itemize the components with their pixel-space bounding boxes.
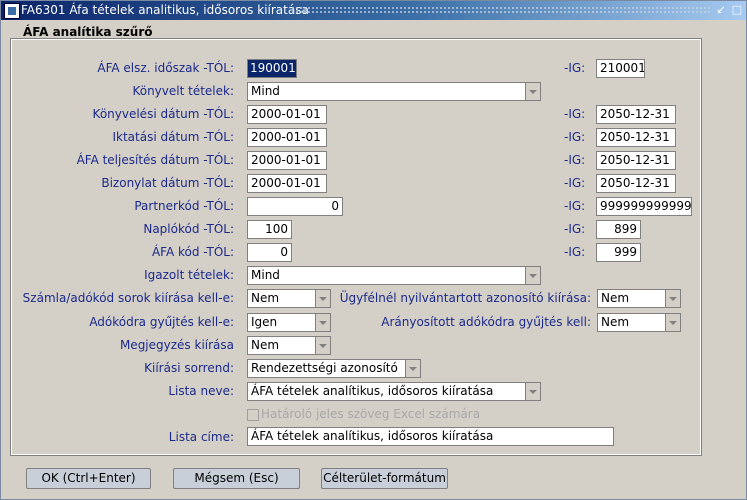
chevron-down-icon[interactable] (315, 290, 330, 307)
partner-code-to-field[interactable]: 999999999999 (596, 197, 692, 216)
print-order-select[interactable]: Rendezettségi azonosító (247, 359, 421, 378)
title-bar[interactable]: FA6301 Áfa tételek analitikus, idősoros … (1, 1, 746, 20)
list-title-label: Lista címe: (168, 430, 234, 444)
delimited-text-checkbox[interactable] (247, 409, 259, 421)
filing-date-label: Iktatási dátum -TÓL: (112, 130, 234, 144)
afa-period-from-field[interactable]: 190001 (247, 59, 297, 78)
afa-period-label: ÁFA elsz. időszak -TÓL: (97, 61, 234, 75)
list-name-select[interactable]: ÁFA tételek analítikus, idősoros kiíratá… (247, 382, 541, 401)
document-date-from-field[interactable]: 2000-01-01 (247, 174, 327, 193)
chevron-down-icon[interactable] (525, 383, 540, 400)
vat-fulfilment-date-label: ÁFA teljesítés dátum -TÓL: (76, 153, 234, 167)
restore-icon[interactable]: ↙ (714, 3, 728, 17)
vat-fulfilment-date-to-field[interactable]: 2050-12-31 (596, 151, 676, 170)
chevron-down-icon[interactable] (665, 290, 680, 307)
chevron-down-icon[interactable] (665, 314, 680, 331)
vat-code-to-label: -IG: (564, 245, 586, 259)
list-name-label: Lista neve: (168, 384, 234, 398)
posted-items-select[interactable]: Mind (247, 82, 541, 101)
journal-code-to-field[interactable]: 899 (596, 220, 641, 239)
target-format-button[interactable]: Célterület-formátum (321, 468, 448, 489)
partner-code-to-label: -IG: (564, 199, 586, 213)
verified-items-select[interactable]: Mind (247, 266, 541, 285)
comment-label: Megjegyzés kiírása (119, 338, 234, 352)
posting-date-to-field[interactable]: 2050-12-31 (596, 105, 676, 124)
delimited-text-label: Határoló jeles szöveg Excel számára (261, 407, 481, 421)
posting-date-from-field[interactable]: 2000-01-01 (247, 105, 327, 124)
tax-code-grouping-label: Adókódra gyűjtés kell-e: (89, 315, 234, 329)
filing-date-from-field[interactable]: 2000-01-01 (247, 128, 327, 147)
verified-items-label: Igazolt tételek: (144, 268, 234, 282)
journal-code-label: Naplókód -TÓL: (143, 222, 234, 236)
invoice-rows-select[interactable]: Nem (247, 289, 331, 308)
vat-fulfilment-date-to-label: -IG: (564, 153, 586, 167)
title-pattern (291, 6, 711, 15)
vat-code-from-field[interactable]: 0 (247, 243, 292, 262)
tax-code-grouping-select[interactable]: Igen (247, 313, 331, 332)
journal-code-to-label: -IG: (564, 222, 586, 236)
maximize-icon[interactable]: □ (730, 3, 744, 17)
proportional-grouping-label: Arányosított adókódra gyűjtés kell: (381, 315, 591, 329)
chevron-down-icon[interactable] (525, 83, 540, 100)
chevron-down-icon[interactable] (405, 360, 420, 377)
afa-period-to-label: -IG: (564, 61, 586, 75)
posted-items-label: Könyvelt tételek: (132, 84, 234, 98)
app-icon (4, 3, 20, 19)
proportional-grouping-select[interactable]: Nem (597, 313, 681, 332)
vat-fulfilment-date-from-field[interactable]: 2000-01-01 (247, 151, 327, 170)
client-id-label: Ügyfélnél nyilvántartott azonosító kiírá… (339, 291, 591, 305)
filing-date-to-label: -IG: (564, 130, 586, 144)
print-order-label: Kiírási sorrend: (144, 361, 234, 375)
document-date-label: Bizonylat dátum -TÓL: (101, 176, 234, 190)
chevron-down-icon[interactable] (525, 267, 540, 284)
ok-button[interactable]: OK (Ctrl+Enter) (26, 468, 151, 489)
document-date-to-field[interactable]: 2050-12-31 (596, 174, 676, 193)
posting-date-to-label: -IG: (564, 107, 586, 121)
document-date-to-label: -IG: (564, 176, 586, 190)
journal-code-from-field[interactable]: 100 (247, 220, 292, 239)
filter-group-title: ÁFA analítika szűrő (23, 25, 153, 39)
invoice-rows-label: Számla/adókód sorok kiírása kell-e: (22, 291, 234, 305)
client-id-select[interactable]: Nem (597, 289, 681, 308)
vat-code-to-field[interactable]: 999 (596, 243, 641, 262)
report-filter-window: FA6301 Áfa tételek analitikus, idősoros … (0, 0, 747, 500)
window-title: FA6301 Áfa tételek analitikus, idősoros … (21, 3, 309, 17)
comment-select[interactable]: Nem (247, 336, 331, 355)
list-title-field[interactable]: ÁFA tételek analítikus, idősoros kiíratá… (247, 427, 614, 446)
partner-code-label: Partnerkód -TÓL: (134, 199, 234, 213)
chevron-down-icon[interactable] (315, 337, 330, 354)
vat-code-label: ÁFA kód -TÓL: (151, 245, 234, 259)
filing-date-to-field[interactable]: 2050-12-31 (596, 128, 676, 147)
partner-code-from-field[interactable]: 0 (247, 197, 343, 216)
cancel-button[interactable]: Mégsem (Esc) (173, 468, 300, 489)
chevron-down-icon[interactable] (315, 314, 330, 331)
afa-period-to-field[interactable]: 210001 (596, 59, 645, 78)
posting-date-label: Könyvelési dátum -TÓL: (92, 107, 234, 121)
